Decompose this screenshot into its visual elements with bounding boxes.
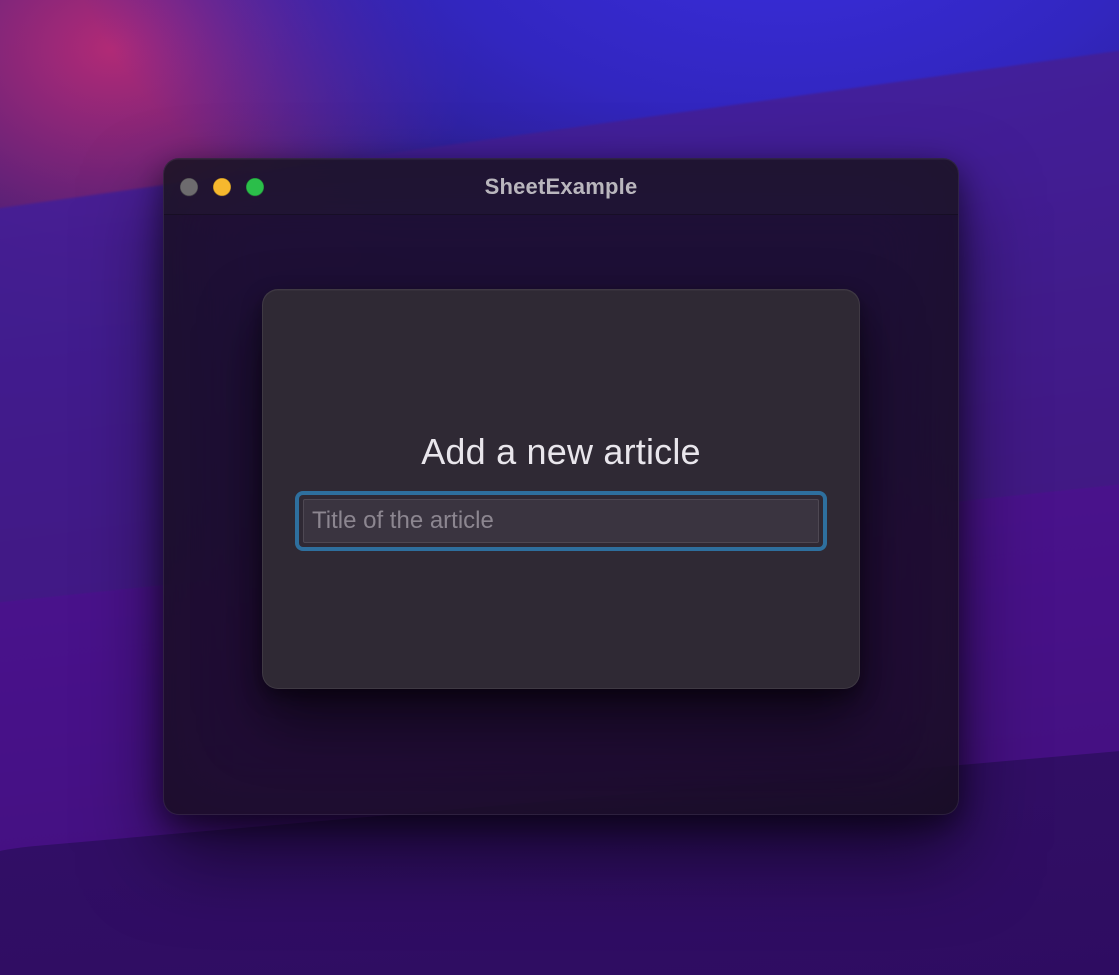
- window-titlebar[interactable]: SheetExample: [164, 159, 958, 215]
- window-title: SheetExample: [164, 174, 958, 200]
- sheet-heading: Add a new article: [421, 431, 701, 473]
- window-traffic-lights: [180, 178, 264, 196]
- zoom-window-button[interactable]: [246, 178, 264, 196]
- minimize-window-button[interactable]: [213, 178, 231, 196]
- app-window: SheetExample Add a new article: [163, 158, 959, 815]
- article-title-input[interactable]: [303, 499, 819, 543]
- modal-sheet: Add a new article: [262, 289, 860, 689]
- title-input-focus-ring: [299, 495, 823, 547]
- close-window-button[interactable]: [180, 178, 198, 196]
